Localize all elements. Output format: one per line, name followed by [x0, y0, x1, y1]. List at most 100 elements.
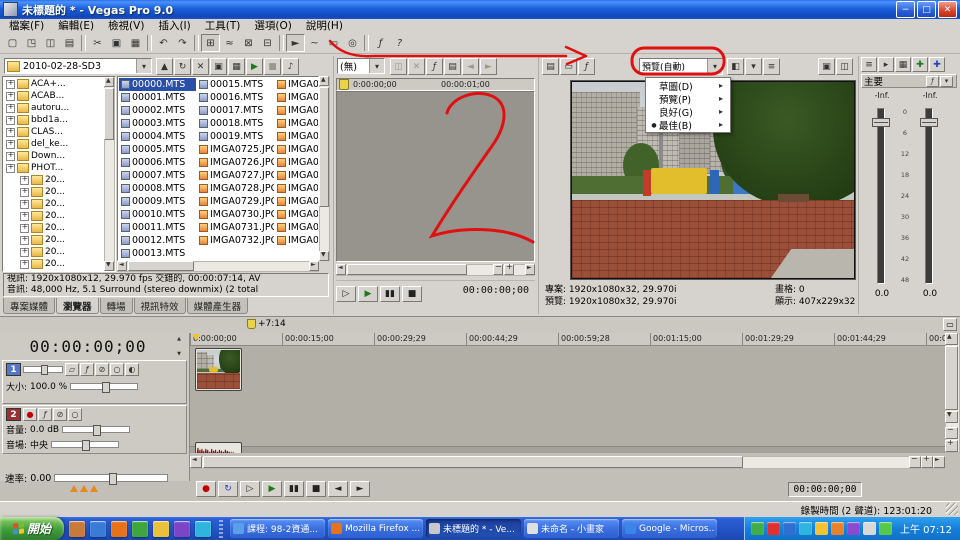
expand-icon[interactable] [6, 152, 15, 161]
file-item[interactable]: IMGA0732.JPG [197, 234, 274, 247]
file-item[interactable]: IMGA0727.JPG [197, 169, 274, 182]
stop-button[interactable]: ■ [306, 481, 326, 497]
menu-item[interactable]: 檢視(V) [101, 19, 151, 33]
play-button[interactable]: ▶ [358, 286, 378, 302]
add-fx-button[interactable]: ✚ [929, 57, 945, 72]
tree-folder-item[interactable]: ACA+... [3, 78, 115, 90]
normal-edit-tool-button[interactable]: ► [286, 34, 305, 52]
file-item[interactable]: 00001.MTS [119, 91, 196, 104]
panel-tab[interactable]: 瀏覽器 [56, 298, 99, 314]
scroll-thumb[interactable] [347, 264, 467, 275]
file-item[interactable]: 00007.MTS [119, 169, 196, 182]
mute-button[interactable]: ⊘ [95, 363, 109, 376]
scroll-up-button[interactable] [104, 77, 114, 87]
loop-playback-button[interactable]: ↻ [218, 481, 238, 497]
go-to-end-button[interactable]: ► [350, 481, 370, 497]
size-slider[interactable] [70, 383, 138, 390]
scroll-thumb[interactable] [203, 456, 743, 468]
file-item[interactable]: 00013.MTS [119, 247, 196, 260]
record-button[interactable]: ● [196, 481, 216, 497]
combo-dropdown-button[interactable] [136, 59, 151, 73]
panel-tab[interactable]: 視訊特效 [134, 298, 186, 314]
plug-in-manager-button[interactable]: ƒ [371, 34, 390, 52]
tree-folder-item[interactable]: 20... [3, 174, 115, 186]
trimmer-marker-flag[interactable] [339, 79, 349, 90]
scroll-thumb[interactable] [319, 87, 329, 207]
expand-icon[interactable] [20, 212, 29, 221]
panel-tab[interactable]: 轉場 [100, 298, 133, 314]
menu-item[interactable]: 檔案(F) [2, 19, 51, 33]
menu-item[interactable]: 工具(T) [198, 19, 248, 33]
add-bus-button[interactable]: ✚ [912, 57, 928, 72]
master-fader-track-right[interactable] [925, 108, 933, 284]
trimmer-hscrollbar[interactable] [336, 264, 535, 276]
scroll-left-button[interactable] [117, 261, 127, 271]
audio-event[interactable] [195, 442, 242, 453]
tree-folder-item[interactable]: PHOT... [3, 162, 115, 174]
scroll-up-button[interactable] [945, 333, 958, 345]
new-folder-button[interactable]: ▣ [210, 58, 227, 75]
quicklaunch-ie-icon[interactable] [90, 521, 106, 537]
downmix-output-button[interactable]: ▸ [878, 57, 894, 72]
file-item[interactable]: IMGA07 [275, 195, 319, 208]
tree-folder-item[interactable]: 20... [3, 198, 115, 210]
trimmer-canvas[interactable] [336, 91, 535, 262]
scroll-up-button[interactable] [319, 76, 329, 86]
track-number-badge[interactable]: 1 [6, 363, 21, 376]
menu-item[interactable]: 說明(H) [299, 19, 350, 33]
file-item[interactable]: IMGA07 [275, 234, 319, 247]
track-motion-button[interactable]: ▱ [65, 363, 79, 376]
file-item[interactable]: 00005.MTS [119, 143, 196, 156]
tray-icon-5[interactable] [815, 522, 828, 535]
close-button[interactable]: ✕ [938, 1, 957, 18]
tray-icon-2[interactable] [767, 522, 780, 535]
track-fx-button[interactable]: ƒ [80, 363, 94, 376]
quicklaunch-icon-6[interactable] [174, 521, 190, 537]
track-level-slider[interactable] [23, 366, 63, 373]
zoom-edit-tool-button[interactable]: ◎ [343, 34, 362, 52]
file-item[interactable]: 00000.MTS [119, 78, 196, 91]
expand-icon[interactable] [20, 224, 29, 233]
views-button[interactable]: ▦ [228, 58, 245, 75]
timeline-vscrollbar[interactable] [945, 333, 960, 453]
file-item[interactable]: IMGA0730.JPG [197, 208, 274, 221]
combo-dropdown-button[interactable] [369, 59, 384, 73]
timeline-ruler[interactable]: 0:00:00;0000:00:15;0000:00:29;2900:00:44… [190, 333, 945, 346]
stop-preview-button[interactable]: ■ [264, 58, 281, 75]
scroll-down-button[interactable] [319, 251, 329, 261]
rate-slider[interactable] [54, 474, 168, 482]
scroll-thumb[interactable] [128, 261, 194, 271]
preview-quality-combobox[interactable]: 預覽(自動) [639, 58, 723, 75]
meter-options-button[interactable]: ▦ [895, 57, 911, 72]
file-item[interactable]: 00009.MTS [119, 195, 196, 208]
expand-icon[interactable] [6, 80, 15, 89]
split-screen-view-button[interactable]: ◧ [727, 58, 744, 75]
expand-icon[interactable] [6, 140, 15, 149]
scroll-down-button[interactable] [104, 261, 114, 271]
play-from-start-button[interactable]: ▷ [240, 481, 260, 497]
file-item[interactable]: 00004.MTS [119, 130, 196, 143]
quicklaunch-icon-5[interactable] [153, 521, 169, 537]
marker-bar-button[interactable]: ▭ [943, 318, 957, 331]
file-item[interactable]: IMGA0726.JPG [197, 156, 274, 169]
mixer-menu-button[interactable]: ≡ [861, 57, 877, 72]
refresh-button[interactable]: ↻ [174, 58, 191, 75]
copy-snapshot-button[interactable]: ▣ [818, 58, 835, 75]
audio-track-header[interactable]: 2 ●ƒ⊘○ 音量: 0.0 dB 音場: 中央 [2, 405, 187, 454]
tree-folder-item[interactable]: 20... [3, 270, 115, 272]
mute-button[interactable]: ⊘ [53, 408, 67, 421]
pause-button[interactable]: ▮▮ [284, 481, 304, 497]
tree-folder-item[interactable]: bbd1a... [3, 114, 115, 126]
copy-button[interactable]: ▣ [107, 34, 126, 52]
master-fx-button[interactable]: ƒ [926, 76, 939, 87]
zoom-out-button[interactable] [909, 456, 921, 468]
file-item[interactable]: IMGA07 [275, 143, 319, 156]
play-in-player-button[interactable]: ▷ [336, 286, 356, 302]
task-vegas[interactable]: 未標題的 * - Ve... [426, 519, 521, 538]
expand-icon[interactable] [20, 272, 29, 273]
scroll-thumb[interactable] [104, 88, 114, 140]
lock-envelopes-button[interactable]: ⊠ [239, 34, 258, 52]
pan-slider[interactable] [51, 441, 119, 448]
solo-button[interactable]: ○ [68, 408, 82, 421]
quality-menu-item[interactable]: 良好(G) [647, 105, 729, 118]
